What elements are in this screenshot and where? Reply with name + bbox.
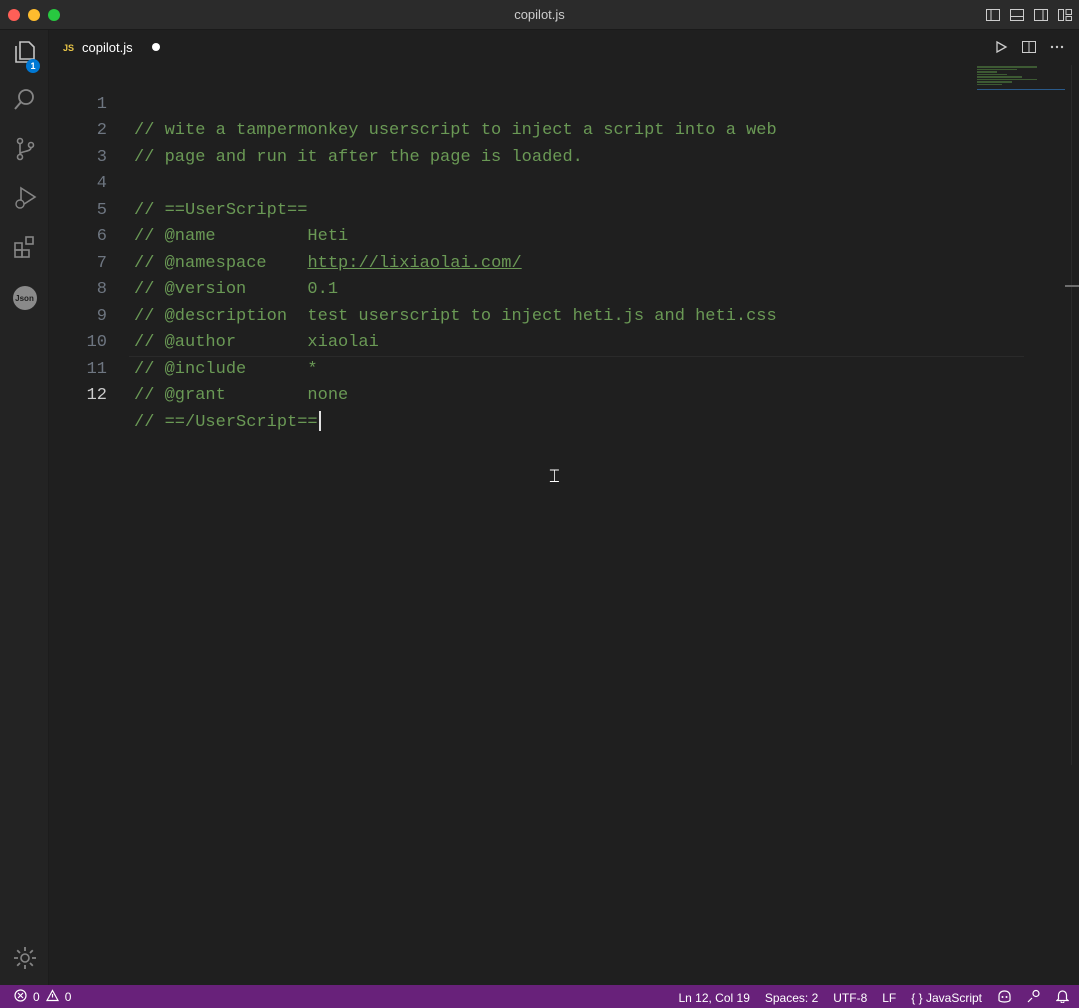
gear-icon [12, 945, 38, 976]
activity-bar: 1 Json [0, 30, 49, 985]
search-icon [12, 87, 38, 118]
unsaved-dot-icon[interactable] [152, 43, 160, 51]
notifications-bell-icon[interactable] [1055, 989, 1070, 1006]
minimap[interactable] [977, 65, 1065, 90]
warning-count: 0 [64, 990, 72, 1004]
title-bar: copilot.js [0, 0, 1079, 30]
run-debug-button[interactable] [0, 180, 49, 220]
javascript-file-icon: JS [63, 42, 75, 53]
text-cursor [318, 411, 321, 432]
json-icon: Json [12, 286, 37, 310]
language-mode[interactable]: { } JavaScript [911, 991, 982, 1005]
code-line: 2 // page and run it after the page is l… [49, 92, 1049, 167]
mouse-ibeam-icon: ⌶ [549, 466, 560, 487]
editor-tab-bar: JS copilot.js [49, 30, 1079, 65]
copilot-icon[interactable] [997, 989, 1012, 1006]
scrollbar-cursor-marker [1065, 285, 1079, 287]
editor-actions [993, 38, 1065, 56]
search-button[interactable] [0, 82, 49, 122]
code-line: 8 // @description test userscript to inj… [49, 251, 1049, 326]
code-line: 7 // @version 0.1 [49, 224, 1049, 300]
code-line: 6 // @namespace http://lixiaolai.com/ [49, 198, 1049, 273]
explorer-badge: 1 [26, 59, 40, 73]
warning-icon [45, 989, 59, 1005]
layout-controls [985, 7, 1073, 23]
cursor-position[interactable]: Ln 12, Col 19 [678, 991, 749, 1005]
run-debug-icon [12, 185, 38, 216]
code-line: 5 // @name Heti [49, 171, 1049, 247]
window-title: copilot.js [514, 7, 565, 22]
split-editor-icon[interactable] [1021, 38, 1037, 56]
line-text: // @grant none [134, 386, 349, 405]
more-actions-icon[interactable] [1049, 38, 1065, 56]
error-icon [14, 989, 27, 1005]
line-text-content: // ==/UserScript== [134, 412, 318, 432]
explorer-button[interactable]: 1 [0, 34, 49, 74]
customize-layout-icon[interactable] [1057, 7, 1073, 23]
source-control-icon [12, 136, 38, 167]
toggle-primary-sidebar-icon[interactable] [985, 7, 1001, 23]
code-line: 10 // @include * [49, 304, 1049, 379]
error-count: 0 [33, 990, 40, 1004]
extensions-button[interactable] [0, 229, 49, 269]
code-editor[interactable]: 1 // wite a tampermonkey userscript to i… [49, 65, 1079, 985]
braces-icon: { } [911, 990, 923, 1005]
problems-indicator[interactable]: 0 0 [14, 989, 71, 1005]
end-of-line[interactable]: LF [882, 991, 896, 1005]
code-line: 1 // wite a tampermonkey userscript to i… [49, 65, 1049, 141]
toggle-secondary-sidebar-icon[interactable] [1033, 7, 1049, 23]
code-line-active: 12 // ==/UserScript== [49, 357, 1049, 432]
vertical-scrollbar[interactable] [1071, 65, 1079, 765]
manage-button[interactable] [0, 940, 49, 980]
line-text: // ==/UserScript== [134, 410, 321, 437]
json-extension-button[interactable]: Json [0, 278, 49, 318]
language-label: JavaScript [925, 990, 982, 1005]
line-number: 12 [86, 386, 107, 405]
source-control-button[interactable] [0, 131, 49, 171]
toggle-panel-icon[interactable] [1009, 7, 1025, 23]
code-line: 11 // @grant none [49, 330, 1049, 406]
indentation[interactable]: Spaces: 2 [765, 991, 818, 1005]
feedback-icon[interactable] [1027, 989, 1041, 1006]
status-bar-right: Ln 12, Col 19 Spaces: 2 UTF-8 LF { } Jav… [678, 989, 1070, 1006]
code-line: 3 [49, 118, 1049, 167]
tab-label: copilot.js [82, 40, 133, 55]
status-bar: 0 0 Ln 12, Col 19 Spaces: 2 UTF-8 LF { }… [0, 985, 1079, 1008]
encoding[interactable]: UTF-8 [833, 991, 867, 1005]
code-line: 9 // @author xiaolai [49, 277, 1049, 353]
code-line: 4 // ==UserScript== [49, 145, 1049, 220]
extensions-icon [12, 234, 38, 265]
run-icon[interactable] [993, 38, 1009, 56]
tab-copilot-js[interactable]: JS copilot.js [49, 30, 169, 65]
